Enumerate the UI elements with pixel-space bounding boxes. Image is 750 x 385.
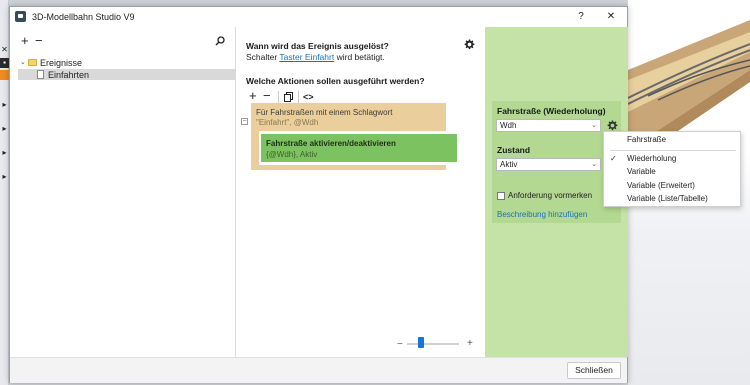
zustand-value: Aktiv xyxy=(500,160,518,169)
desktop-left-strip: ✕ ▪ ▸ ▸ ▸ ▸ xyxy=(0,0,9,385)
fahrstrasse-value: Wdh xyxy=(500,121,517,130)
document-icon xyxy=(37,70,44,79)
event-tree-pane: + − ⌄ Ereignisse Einfahrten xyxy=(10,27,236,357)
toolbar-divider xyxy=(298,91,299,103)
search-icon[interactable] xyxy=(215,36,225,46)
trigger-suffix: wird betätigt. xyxy=(336,52,385,62)
action-properties: Fahrstraße (Wiederholung) Wdh ⌄ Zustand … xyxy=(492,101,621,223)
action-block[interactable]: Fahrstraße aktivieren/deaktivieren {@Wdh… xyxy=(261,134,457,162)
arrow-icon[interactable]: ▸ xyxy=(0,172,9,182)
gear-icon[interactable] xyxy=(607,120,618,131)
tree-item-einfahrten[interactable]: Einfahrten xyxy=(48,70,89,80)
chevron-down-icon: ⌄ xyxy=(591,161,597,168)
dropdown-item-label: Wiederholung xyxy=(627,154,677,163)
dropdown-item-fahrstrasse[interactable]: Fahrstraße xyxy=(604,134,740,146)
trigger-heading: Wann wird das Ereignis ausgelöst? xyxy=(246,41,389,51)
dropdown-item-variable[interactable]: Variable xyxy=(604,166,740,178)
loop-block-end xyxy=(251,165,446,170)
dropdown-item-label: Variable (Erweitert) xyxy=(627,181,695,190)
code-view-button[interactable]: <> xyxy=(303,91,314,103)
close-icon[interactable]: ✕ xyxy=(0,45,9,55)
arrow-icon[interactable]: ▸ xyxy=(0,100,9,110)
app-icon[interactable]: ▪ xyxy=(0,58,9,68)
loop-block-side xyxy=(251,131,259,165)
window-title: 3D-Modellbahn Studio V9 xyxy=(32,12,135,22)
action-params: {@Wdh}, Aktiv xyxy=(266,150,318,159)
actions-heading: Welche Aktionen sollen ausgeführt werden… xyxy=(246,76,425,86)
zoom-in-button[interactable]: + xyxy=(467,338,473,349)
copy-icon[interactable] xyxy=(284,92,293,102)
dropdown-divider xyxy=(610,150,736,151)
dropdown-item-variable-erweitert[interactable]: Variable (Erweitert) xyxy=(604,180,740,192)
dropdown-item-variable-liste[interactable]: Variable (Liste/Tabelle) xyxy=(604,193,740,205)
zustand-select[interactable]: Aktiv ⌄ xyxy=(496,158,601,171)
check-icon: ✓ xyxy=(610,154,617,163)
dialog-window: 3D-Modellbahn Studio V9 ? ✕ + − ⌄ Ereign… xyxy=(9,6,628,383)
event-editor-pane: Wann wird das Ereignis ausgelöst? Schalt… xyxy=(237,27,484,357)
title-bar: 3D-Modellbahn Studio V9 ? ✕ xyxy=(10,7,627,27)
anforderung-checkbox[interactable] xyxy=(497,192,505,200)
gear-icon[interactable] xyxy=(464,39,475,50)
add-event-button[interactable]: + xyxy=(21,34,29,47)
trigger-link[interactable]: Taster Einfahrt xyxy=(279,52,334,62)
fahrstrasse-label: Fahrstraße (Wiederholung) xyxy=(497,106,606,116)
remove-event-button[interactable]: − xyxy=(35,34,43,47)
close-button[interactable]: Schließen xyxy=(567,362,621,379)
arrow-icon[interactable]: ▸ xyxy=(0,124,9,134)
action-title: Fahrstraße aktivieren/deaktivieren xyxy=(266,139,396,148)
dialog-footer: Schließen xyxy=(10,357,627,383)
loop-block[interactable]: Für Fahrstraßen mit einem Schlagwort "Ei… xyxy=(251,103,446,131)
loop-title: Für Fahrstraßen mit einem Schlagwort xyxy=(256,108,393,117)
arrow-icon[interactable]: ▸ xyxy=(0,148,9,158)
fahrstrasse-select[interactable]: Wdh ⌄ xyxy=(496,119,601,132)
zoom-slider-thumb[interactable] xyxy=(418,337,424,348)
zoom-out-button[interactable]: − xyxy=(397,339,403,350)
tree-expand-icon[interactable]: ⌄ xyxy=(20,58,26,66)
tree-item-ereignisse[interactable]: Ereignisse xyxy=(40,58,82,68)
trigger-prefix: Schalter xyxy=(246,52,278,62)
anforderung-label[interactable]: Anforderung vormerken xyxy=(508,191,592,200)
loop-params: "Einfahrt", @Wdh xyxy=(256,118,319,127)
zustand-label: Zustand xyxy=(497,145,531,155)
app-logo-icon xyxy=(15,11,26,22)
trigger-sentence: Schalter Taster Einfahrt wird betätigt. xyxy=(246,52,385,62)
zoom-slider[interactable] xyxy=(407,343,459,345)
add-description-link[interactable]: Beschreibung hinzufügen xyxy=(497,210,587,219)
dropdown-item-label: Fahrstraße xyxy=(627,135,667,144)
collapse-toggle[interactable]: − xyxy=(241,118,248,125)
color-icon[interactable] xyxy=(0,70,9,80)
add-action-button[interactable]: + xyxy=(249,89,257,102)
remove-action-button[interactable]: − xyxy=(263,89,271,102)
close-window-button[interactable]: ✕ xyxy=(597,8,625,26)
chevron-down-icon: ⌄ xyxy=(591,122,597,129)
help-button[interactable]: ? xyxy=(567,8,595,26)
dropdown-item-label: Variable (Liste/Tabelle) xyxy=(627,194,708,203)
folder-icon xyxy=(28,59,37,66)
dropdown-item-wiederholung[interactable]: ✓ Wiederholung xyxy=(604,153,740,165)
dropdown-item-label: Variable xyxy=(627,167,656,176)
type-dropdown-menu: Fahrstraße ✓ Wiederholung Variable Varia… xyxy=(603,131,741,207)
toolbar-divider xyxy=(278,91,279,103)
